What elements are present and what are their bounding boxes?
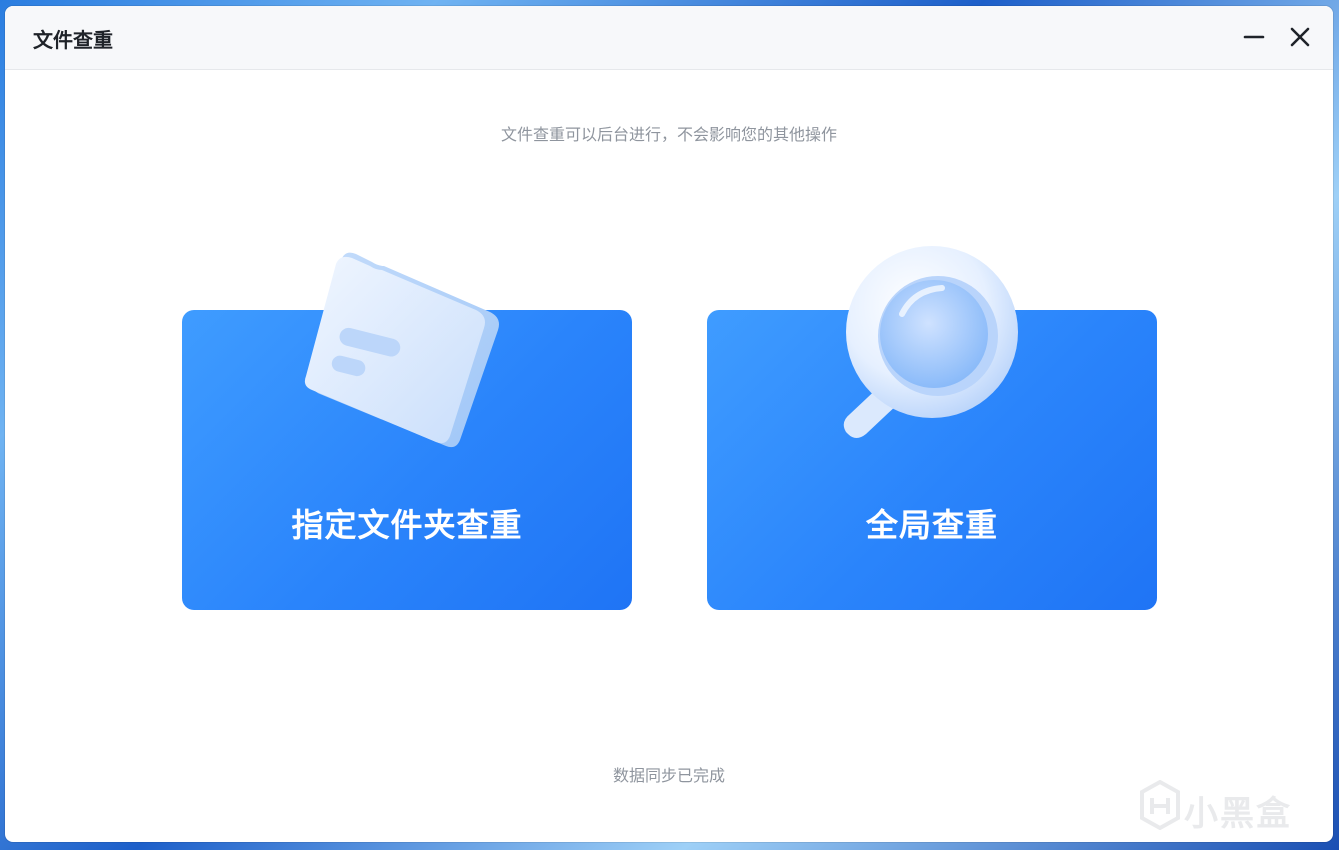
window-title: 文件查重	[33, 28, 113, 52]
subtitle-hint: 文件查重可以后台进行，不会影响您的其他操作	[500, 125, 837, 144]
folder-icon	[304, 252, 499, 448]
title-bar: 文件查重	[5, 6, 1333, 70]
watermark-logo: 小黑盒	[1138, 779, 1308, 834]
folder-check-label: 指定文件夹查重	[291, 506, 523, 544]
watermark-text: 小黑盒	[1184, 794, 1292, 834]
heybox-logo-icon	[1140, 779, 1180, 831]
close-button[interactable]	[1283, 20, 1317, 54]
minimize-icon	[1243, 35, 1265, 39]
global-check-label: 全局查重	[865, 506, 998, 544]
magnifier-icon	[843, 246, 1018, 438]
minimize-button[interactable]	[1237, 20, 1271, 54]
sync-status: 数据同步已完成	[612, 766, 725, 785]
app-window: 文件查重 文件查重可以后台进行，不会影响您的其他操作 指定文件夹查重 全局查重 …	[5, 6, 1333, 842]
close-icon	[1290, 27, 1310, 47]
